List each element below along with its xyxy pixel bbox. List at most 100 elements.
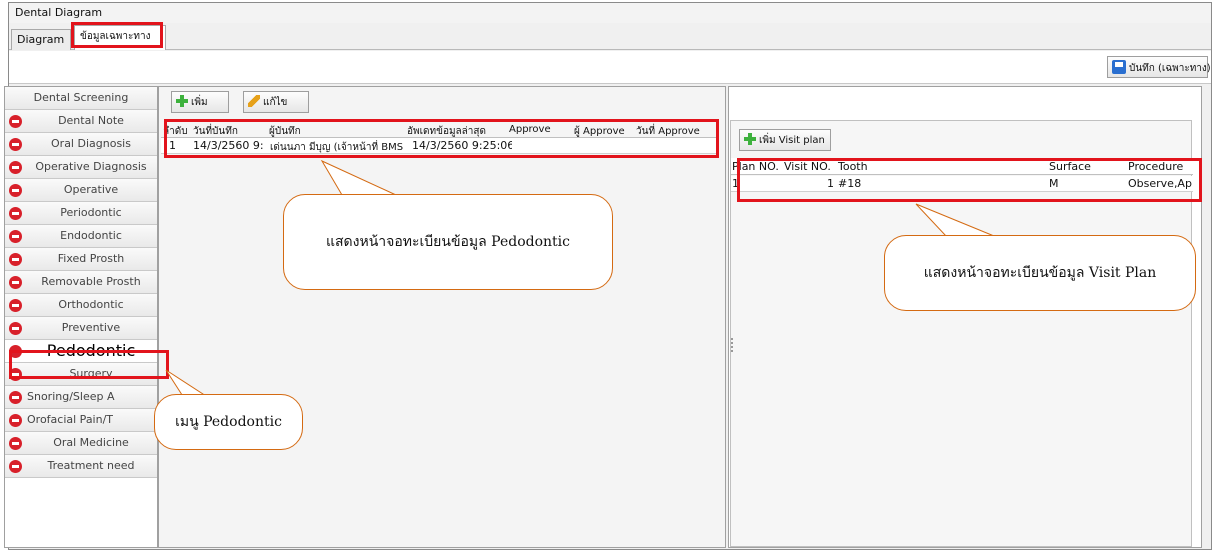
remove-icon [9,184,22,197]
tab-diagram[interactable]: Diagram [11,29,71,50]
table-cell: Observe,Ap [1128,177,1192,190]
callout-visit-plan-list: แสดงหน้าจอทะเบียนข้อมูล Visit Plan [884,235,1196,311]
sidebar-item-orthodontic[interactable]: Orthodontic [5,294,157,317]
sidebar-item-surgery[interactable]: Surgery [5,363,157,386]
sidebar-item-dental-note[interactable]: Dental Note [5,110,157,133]
sidebar-item-pedodontic[interactable]: Pedodontic [5,340,157,363]
column-header[interactable]: ผู้ Approve [574,124,625,139]
visit-plan-container: เพิ่ม Visit plan Plan NO. Visit NO. Toot… [730,120,1193,547]
specialty-sidebar: Dental Screening Dental Note Oral Diagno… [4,86,158,548]
add-button[interactable]: เพิ่ม [171,91,229,113]
sidebar-item-label: Endodontic [60,229,122,242]
column-header[interactable]: ลำดับ [163,124,188,139]
remove-icon [9,460,22,473]
table-row[interactable]: 1 14/3/2560 9: เด่นนภา มีบุญ (เจ้าหน้าที… [161,138,717,154]
table-cell: 1 [827,177,834,190]
sidebar-item-oral-medicine[interactable]: Oral Medicine [5,432,157,455]
pedodontic-panel: เพิ่ม แก้ไข ลำดับ วันที่บันทึก ผู้บันทึก… [158,86,726,548]
table-cell: M [1049,177,1059,190]
add-icon [744,133,756,145]
callout-pedodontic-list: แสดงหน้าจอทะเบียนข้อมูล Pedodontic [283,194,613,290]
window-title: Dental Diagram [9,3,1211,23]
sidebar-item-label: Fixed Prosth [57,252,125,265]
sidebar-item-periodontic[interactable]: Periodontic [5,202,157,225]
remove-icon [9,414,22,427]
sidebar-item-label: Dental Note [58,114,124,127]
edit-button[interactable]: แก้ไข [243,91,309,113]
remove-icon [9,276,22,289]
remove-icon [9,161,22,174]
column-header[interactable]: Approve [509,124,551,135]
add-icon [176,95,188,107]
sidebar-item-label: Periodontic [60,206,122,219]
table-cell: 14/3/2560 9:25:06 [412,139,512,152]
visit-plan-panel: เพิ่ม Visit plan Plan NO. Visit NO. Toot… [728,86,1202,548]
column-header[interactable]: ผู้บันทึก [269,124,301,139]
visit-plan-grid-header: Plan NO. Visit NO. Tooth Surface Procedu… [731,158,1193,175]
save-disk-icon [1112,60,1126,74]
table-cell: #18 [838,177,862,190]
sidebar-item-label: Orofacial Pain/T [27,413,114,426]
sidebar-item-snoring-sleep[interactable]: Snoring/Sleep A [5,386,157,409]
sidebar-item-operative-diagnosis[interactable]: Operative Diagnosis [5,156,157,179]
column-header[interactable]: Plan NO. [732,160,779,173]
save-specialty-button[interactable]: บันทึก (เฉพาะทาง) [1107,56,1211,78]
sidebar-item-preventive[interactable]: Preventive [5,317,157,340]
remove-icon [9,437,22,450]
sidebar-item-orofacial-pain[interactable]: Orofacial Pain/T [5,409,157,432]
panel-splitter[interactable] [731,338,733,352]
remove-icon [9,138,22,151]
sidebar-item-treatment-need[interactable]: Treatment need [5,455,157,478]
sidebar-item-label: Snoring/Sleep A [27,390,115,403]
tab-bar: Diagram ข้อมูลเฉพาะทาง [9,23,1211,50]
column-header[interactable]: Tooth [838,160,868,173]
sidebar-item-label: Surgery [69,367,113,380]
table-cell: 1 [732,177,739,190]
sidebar-item-oral-diagnosis[interactable]: Oral Diagnosis [5,133,157,156]
sidebar-item-label: Operative [63,183,119,196]
remove-icon [9,345,22,358]
remove-icon [9,368,22,381]
sidebar-item-fixed-prosth[interactable]: Fixed Prosth [5,248,157,271]
remove-icon [9,253,22,266]
callout-pedodontic-menu: เมนู Pedodontic [154,394,303,450]
column-header[interactable]: Surface [1049,160,1091,173]
sidebar-item-label: Oral Medicine [53,436,129,449]
remove-icon [9,207,22,220]
sidebar-item-label: Removable Prosth [41,275,141,288]
edit-button-label: แก้ไข [263,97,288,108]
save-button-label: บันทึก (เฉพาะทาง) [1129,63,1211,74]
add-button-label: เพิ่ม [191,97,208,108]
table-cell: 1 [169,139,176,152]
remove-icon [9,322,22,335]
table-cell: 14/3/2560 9: [193,139,264,152]
sidebar-item-endodontic[interactable]: Endodontic [5,225,157,248]
add-visit-plan-button[interactable]: เพิ่ม Visit plan [739,129,831,151]
sidebar-item-operative[interactable]: Operative [5,179,157,202]
edit-icon [248,95,260,107]
sidebar-item-label: Preventive [61,321,121,334]
column-header[interactable]: Visit NO. [784,160,831,173]
column-header[interactable]: อัพเดทข้อมูลล่าสุด [407,124,486,139]
table-cell: เด่นนภา มีบุญ (เจ้าหน้าที่ BMS [270,142,404,153]
sidebar-item-label: Treatment need [47,459,135,472]
sidebar-item-label: Dental Screening [33,91,129,104]
top-toolbar: บันทึก (เฉพาะทาง) [9,51,1211,84]
column-header[interactable]: วันที่บันทึก [193,124,238,139]
sidebar-item-label: Pedodontic [46,341,136,360]
remove-icon [9,299,22,312]
sidebar-item-label: Orthodontic [58,298,124,311]
sidebar-item-removable-prosth[interactable]: Removable Prosth [5,271,157,294]
add-visit-plan-label: เพิ่ม Visit plan [759,135,825,146]
tab-specialty-data[interactable]: ข้อมูลเฉพาะทาง [74,25,166,50]
sidebar-item-dental-screening[interactable]: Dental Screening [5,87,157,110]
sidebar-item-label: Oral Diagnosis [51,137,131,150]
remove-icon [9,230,22,243]
table-row[interactable]: 1 1 #18 M Observe,Ap [731,176,1193,192]
column-header[interactable]: วันที่ Approve [636,124,700,139]
sidebar-item-label: Operative Diagnosis [35,160,147,173]
pedodontic-grid-header: ลำดับ วันที่บันทึก ผู้บันทึก อัพเดทข้อมู… [161,122,717,138]
column-header[interactable]: Procedure [1128,160,1183,173]
remove-icon [9,115,22,128]
remove-icon [9,391,22,404]
